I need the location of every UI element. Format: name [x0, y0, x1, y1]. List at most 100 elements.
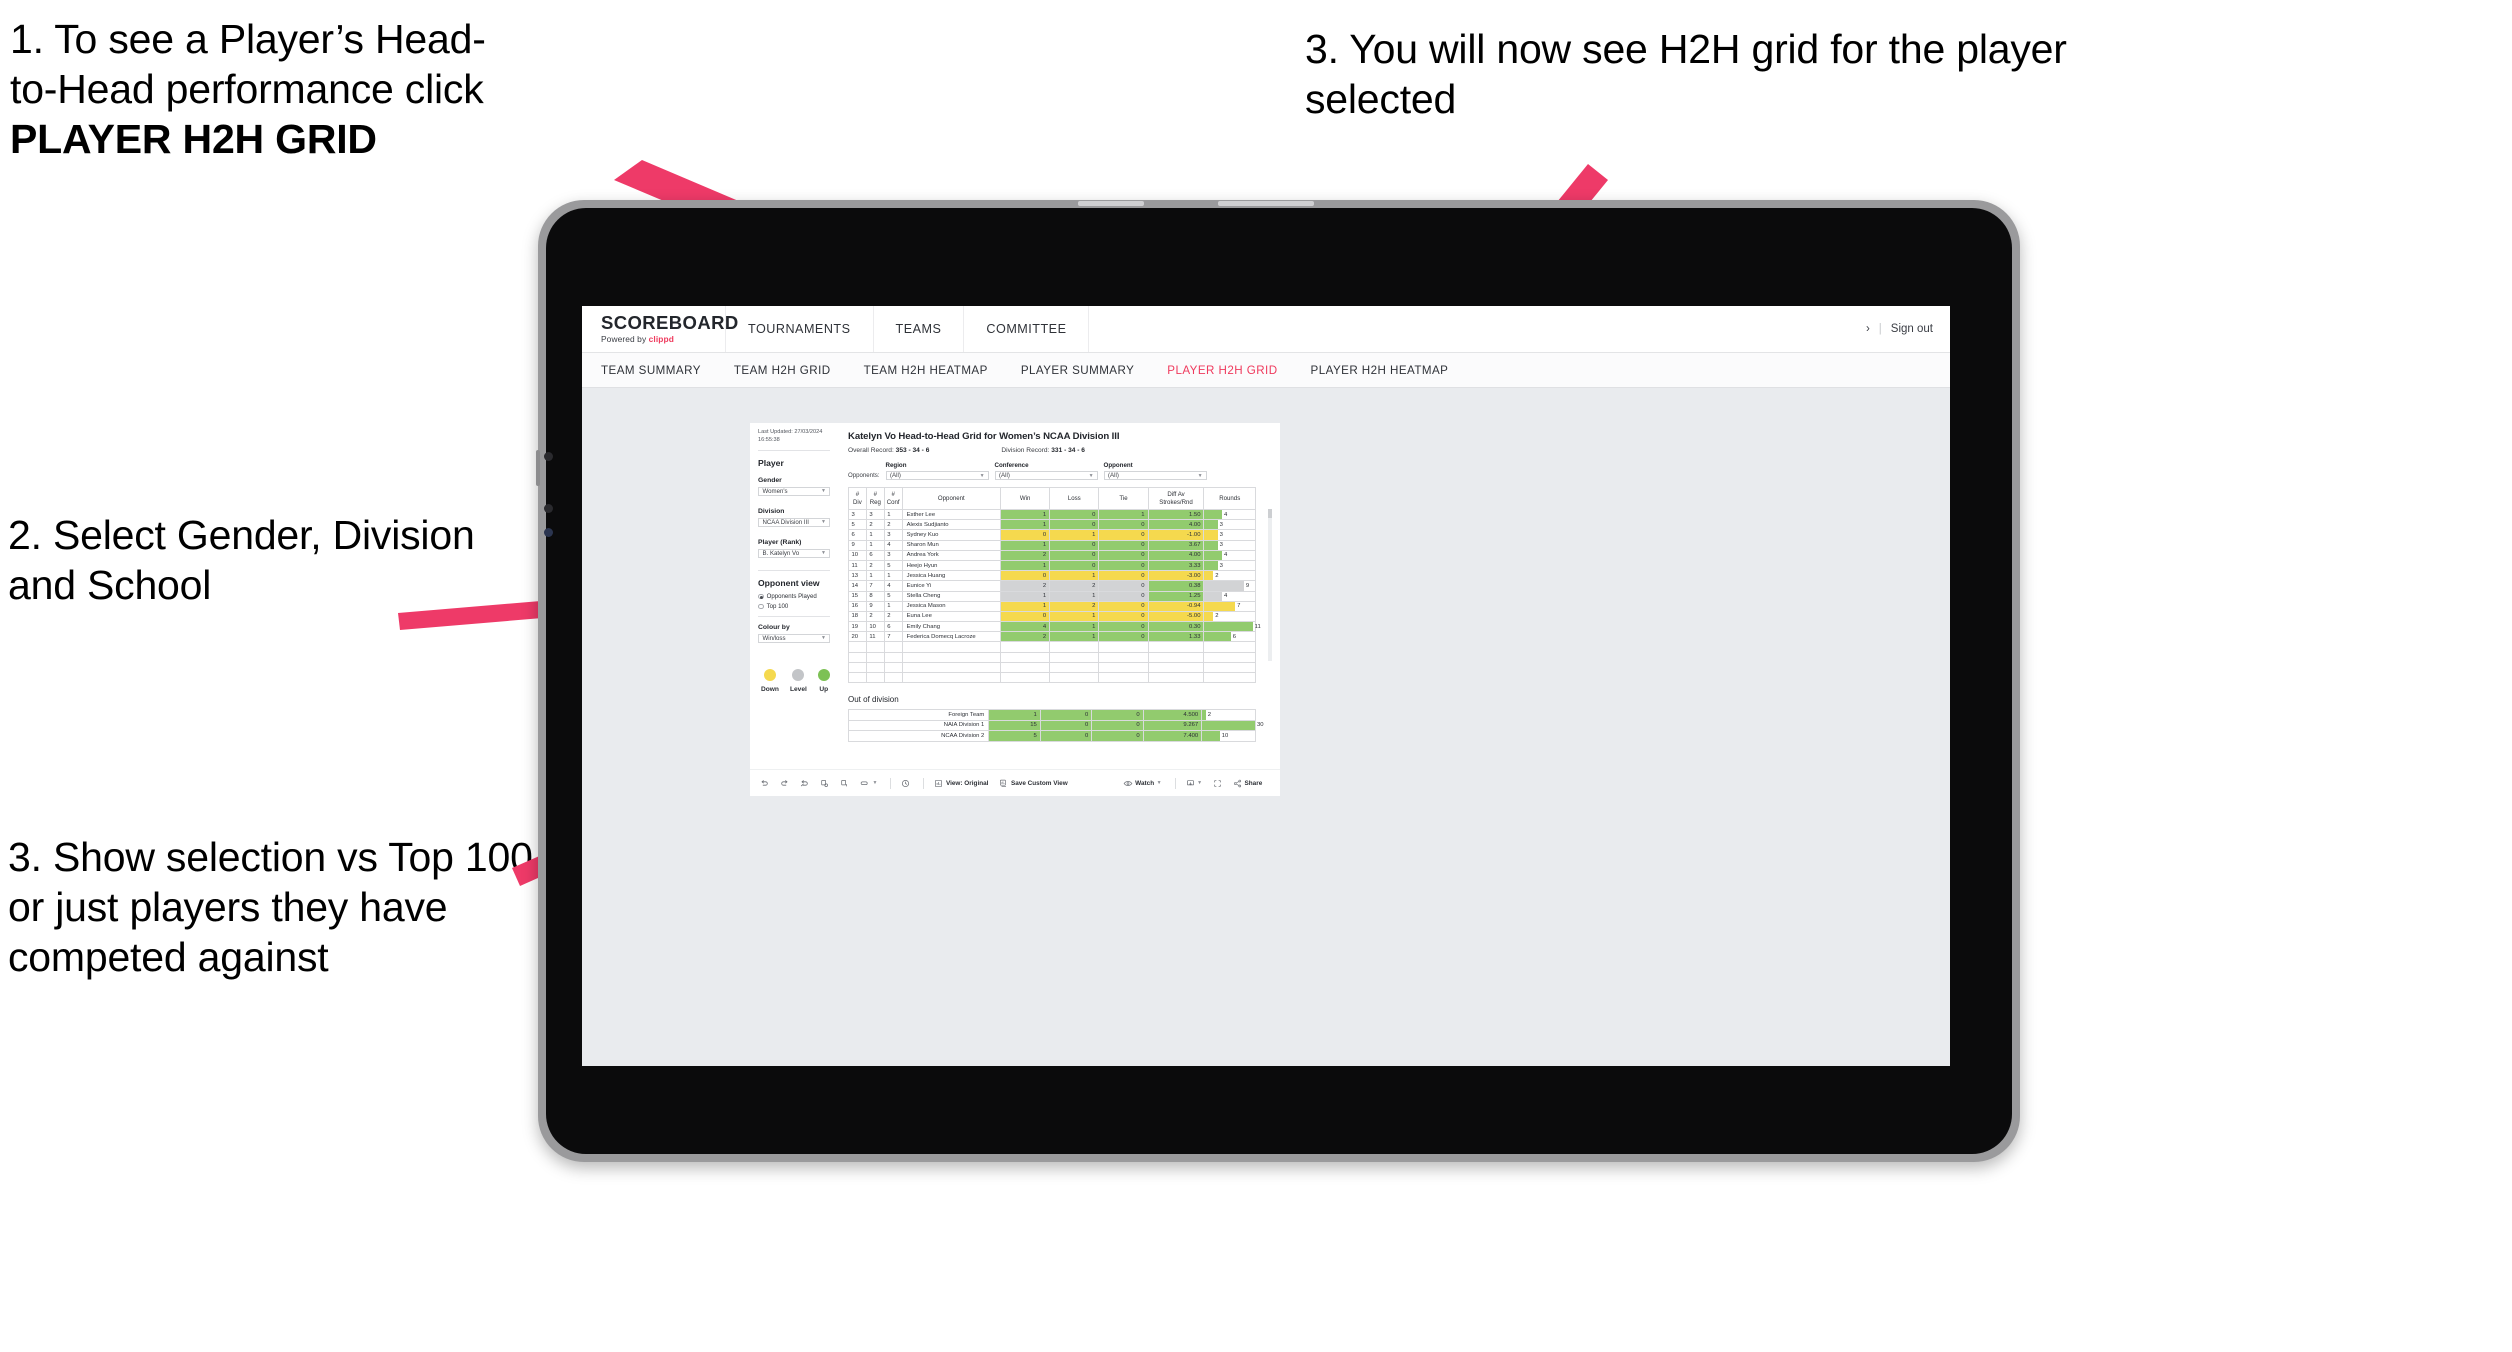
table-row[interactable]: 10 6 3 Andrea York 2 0 0 4.00 4	[848, 549, 1256, 561]
cell-conf: 2	[883, 519, 903, 531]
col-diff-line1: Diff Av	[1167, 491, 1185, 499]
table-row[interactable]: 15 8 5 Stella Cheng 1 1 0 1.25 4	[848, 590, 1256, 602]
cell-empty	[1203, 651, 1256, 663]
tab-player-summary[interactable]: PLAYER SUMMARY	[1021, 364, 1153, 377]
save-custom-view-label: Save Custom View	[1010, 779, 1068, 787]
redo-button[interactable]	[780, 779, 789, 788]
out-of-division-row[interactable]: Foreign Team 1 0 0 4.500 2	[847, 709, 1256, 721]
refresh-data-button[interactable]	[820, 779, 829, 788]
scrollbar-thumb[interactable]	[1268, 509, 1272, 518]
colour-by-select[interactable]: Win/loss ▼	[758, 633, 830, 644]
opponent-select[interactable]: (All) ▼	[1103, 471, 1207, 480]
table-row[interactable]: 9 1 4 Sharon Mun 1 0 0 3.67 3	[848, 539, 1256, 551]
tab-team-h2h-grid[interactable]: TEAM H2H GRID	[734, 364, 850, 377]
user-chevron-icon[interactable]: ›	[1866, 323, 1870, 335]
sign-out-link[interactable]: Sign out	[1891, 323, 1933, 335]
player-rank-select[interactable]: B. Katelyn Vo ▼	[758, 548, 830, 559]
table-row[interactable]: 11 2 5 Heejo Hyun 1 0 0 3.33 3	[848, 559, 1256, 572]
revert-button[interactable]	[800, 779, 809, 788]
table-row[interactable]: 6 1 3 Sydney Kuo 0 1 0 -1.00 3	[848, 529, 1256, 541]
cell-rounds: 4	[1203, 508, 1256, 521]
table-head: # Div # Reg # Conf Opponent Win Loss Tie…	[848, 487, 1256, 510]
out-of-division-row[interactable]: NCAA Division 2 5 0 0 7.400 10	[847, 730, 1256, 742]
conference-select[interactable]: (All) ▼	[994, 471, 1098, 480]
download-button[interactable]: ▼	[1186, 779, 1202, 788]
nav-item-tournaments[interactable]: TOURNAMENTS	[726, 306, 874, 352]
nav-item-committee[interactable]: COMMITTEE	[964, 306, 1090, 352]
cell-division-name: NCAA Division 2	[847, 730, 990, 742]
cell-reg: 6	[865, 549, 885, 561]
tab-player-h2h-grid[interactable]: PLAYER H2H GRID	[1167, 364, 1296, 377]
out-of-division-row[interactable]: NAIA Division 1 15 0 0 9.267 30	[847, 719, 1264, 732]
rounds-bar	[1204, 560, 1218, 571]
share-button[interactable]: Share	[1233, 779, 1262, 788]
cell-div: 13	[848, 570, 867, 582]
cell-diff: -1.00	[1147, 529, 1205, 541]
watch-button[interactable]: Watch ▼	[1123, 779, 1162, 788]
cell-empty	[901, 661, 1002, 674]
cell-rounds: 3	[1203, 539, 1256, 551]
pause-updates-button[interactable]	[840, 779, 849, 788]
cell-empty	[848, 651, 867, 663]
opponent-value: (All)	[1108, 472, 1119, 479]
table-row-empty	[848, 661, 1256, 674]
player-rank-value: B. Katelyn Vo	[762, 549, 800, 557]
cell-reg: 1	[865, 570, 885, 582]
nav-item-teams[interactable]: TEAMS	[874, 306, 965, 352]
legend-item-level: Level	[790, 669, 807, 693]
region-label: Region	[885, 462, 907, 469]
watch-label: Watch	[1135, 779, 1155, 787]
division-select[interactable]: NCAA Division III ▼	[758, 517, 830, 528]
table-row[interactable]: 19 10 6 Emily Chang 4 1 0 0.30 11	[848, 621, 1261, 633]
overall-record-label: Overall Record:	[848, 447, 894, 454]
radio-top-100[interactable]: Top 100	[758, 603, 830, 610]
table-row[interactable]: 3 3 1 Esther Lee 1 0 1 1.50 4	[848, 508, 1256, 521]
rounds-value: 6	[1232, 633, 1237, 640]
sub-navigation-bar: TEAM SUMMARY TEAM H2H GRID TEAM H2H HEAT…	[582, 353, 1950, 388]
table-vertical-scrollbar[interactable]	[1268, 509, 1272, 661]
save-custom-view-button[interactable]: Save Custom View	[999, 779, 1068, 788]
cell-empty	[1147, 651, 1205, 663]
fullscreen-button[interactable]	[1213, 779, 1222, 788]
view-original-button[interactable]: View: Original	[934, 779, 988, 788]
cell-empty	[1098, 651, 1149, 663]
cell-div: 15	[848, 590, 867, 602]
cell-loss: 0	[1049, 519, 1100, 531]
table-row[interactable]: 14 7 4 Eunice Yi 2 2 0 0.38 9	[848, 580, 1256, 592]
cell-rounds: 11	[1203, 621, 1261, 633]
table-row[interactable]: 18 2 2 Euna Lee 0 1 0 -5.00 2	[848, 610, 1256, 623]
cell-rounds: 3	[1203, 529, 1256, 541]
cell-div: 20	[848, 631, 867, 643]
radio-opponents-played[interactable]: Opponents Played	[758, 593, 830, 600]
cell-diff: 4.500	[1142, 709, 1203, 721]
gender-select[interactable]: Women's ▼	[758, 486, 830, 497]
pause-auto-update-icon[interactable]	[901, 779, 910, 788]
cell-win: 1	[1000, 590, 1051, 602]
region-select[interactable]: (All) ▼	[885, 471, 989, 480]
rounds-bar	[1204, 571, 1214, 581]
opponent-label: Opponent	[1103, 462, 1133, 469]
cell-empty	[865, 641, 885, 653]
cell-opponent: Sharon Mun	[901, 539, 1002, 551]
cell-empty	[848, 671, 867, 684]
division-label: Division	[758, 508, 785, 516]
tab-team-h2h-heatmap[interactable]: TEAM H2H HEATMAP	[864, 364, 1007, 377]
tab-team-summary[interactable]: TEAM SUMMARY	[601, 364, 720, 377]
col-rounds: Rounds	[1203, 487, 1256, 510]
cell-opponent: Euna Lee	[901, 610, 1002, 623]
cell-empty	[1147, 641, 1205, 653]
out-of-division-title: Out of division	[848, 695, 899, 705]
tab-player-h2h-heatmap[interactable]: PLAYER H2H HEATMAP	[1311, 364, 1468, 377]
h2h-grid-pane: Katelyn Vo Head-to-Head Grid for Women’s…	[838, 423, 1280, 796]
cell-loss: 1	[1049, 590, 1100, 602]
custom-views-dropdown[interactable]: ▼	[860, 779, 877, 788]
undo-button[interactable]	[760, 779, 769, 788]
cell-empty	[1049, 661, 1100, 674]
table-row[interactable]: 20 11 7 Federica Domecq Lacroze 2 1 0 1.33 6	[848, 631, 1256, 643]
cell-diff: -5.00	[1147, 610, 1205, 623]
table-row[interactable]: 13 1 1 Jessica Huang 0 1 0 -3.00 2	[848, 570, 1256, 582]
cell-empty	[883, 641, 903, 653]
table-row[interactable]: 16 9 1 Jessica Mason 1 2 0 -0.94 7	[848, 600, 1256, 612]
table-row[interactable]: 5 2 2 Alexis Sudjianto 1 0 0 4.00 3	[848, 519, 1256, 531]
cell-tie: 0	[1098, 631, 1149, 643]
